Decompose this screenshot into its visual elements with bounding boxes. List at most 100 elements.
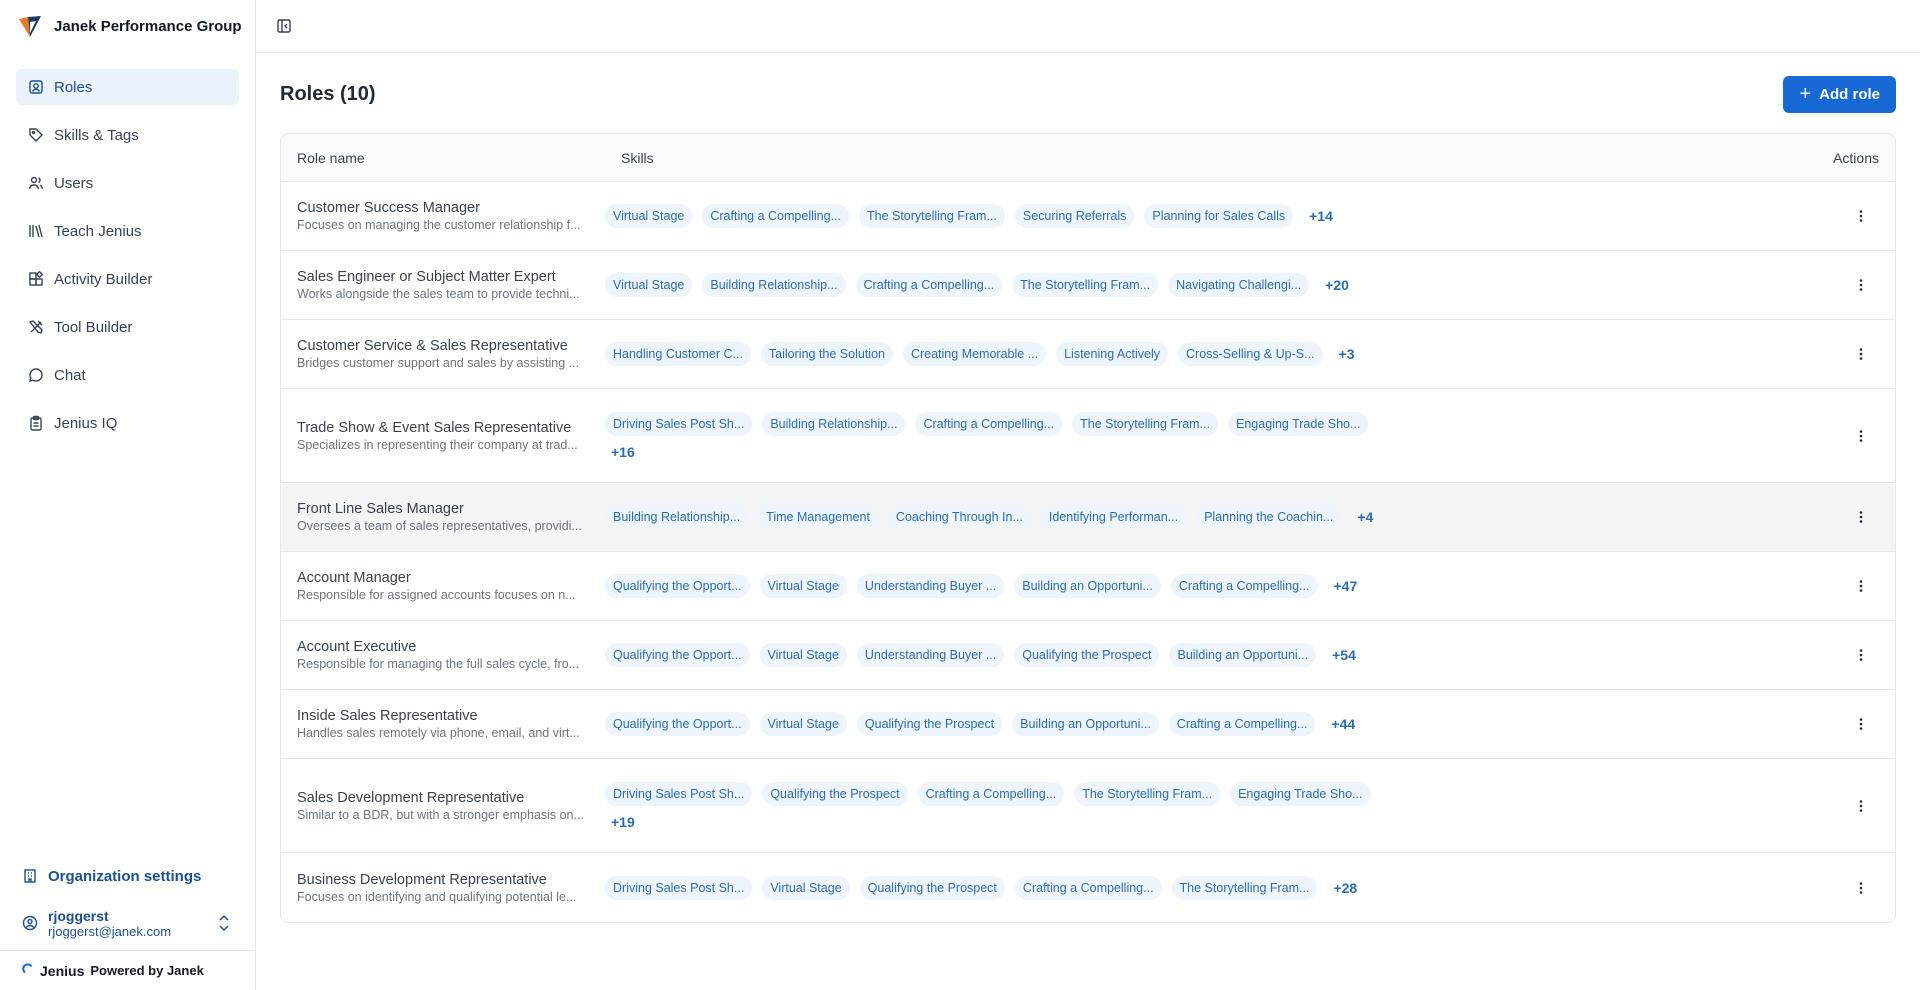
skill-chip[interactable]: Qualifying the Prospect	[762, 781, 908, 806]
sidebar-item-roles[interactable]: Roles	[16, 69, 239, 105]
skill-chip[interactable]: Building Relationship...	[605, 505, 749, 529]
skill-chip[interactable]: Qualifying the Prospect	[856, 712, 1003, 736]
role-name[interactable]: Customer Success Manager	[297, 200, 589, 216]
table-row[interactable]: Account Executive Responsible for managin…	[281, 621, 1895, 690]
skill-chip[interactable]: Understanding Buyer ...	[856, 574, 1005, 598]
skill-chip[interactable]: Listening Actively	[1056, 342, 1168, 366]
more-vertical-icon[interactable]	[1853, 208, 1869, 224]
skill-chip[interactable]: Coaching Through In...	[887, 505, 1031, 529]
skill-chip[interactable]: Engaging Trade Sho...	[1230, 781, 1371, 806]
skill-chip[interactable]: Qualifying the Prospect	[859, 875, 1005, 900]
skill-chip[interactable]: Qualifying the Opport...	[605, 643, 750, 667]
sidebar-item-skills-tags[interactable]: Skills & Tags	[16, 117, 239, 153]
skill-chip[interactable]: Crafting a Compelling...	[1168, 712, 1316, 736]
skill-chip[interactable]: Time Management	[758, 505, 878, 529]
more-skills-count[interactable]: +20	[1319, 277, 1355, 293]
organization-settings-link[interactable]: Organization settings	[0, 858, 255, 894]
sidebar-item-tool-builder[interactable]: Tool Builder	[16, 309, 239, 345]
skill-chip[interactable]: Crafting a Compelling...	[855, 273, 1003, 297]
toggle-sidebar-icon[interactable]	[276, 18, 292, 34]
more-skills-count[interactable]: +3	[1333, 346, 1361, 362]
role-name[interactable]: Trade Show & Event Sales Representative	[297, 420, 589, 436]
skill-chip[interactable]: The Storytelling Fram...	[858, 204, 1005, 228]
role-name[interactable]: Customer Service & Sales Representative	[297, 338, 589, 354]
table-row[interactable]: Front Line Sales Manager Oversees a team …	[281, 483, 1895, 552]
skill-chip[interactable]: Qualifying the Prospect	[1014, 643, 1160, 667]
table-row[interactable]: Inside Sales Representative Handles sales…	[281, 690, 1895, 759]
skill-chip[interactable]: Identifying Performan...	[1040, 505, 1187, 529]
skill-chip[interactable]: Crafting a Compelling...	[1014, 875, 1162, 900]
skill-chip[interactable]: Virtual Stage	[759, 712, 847, 736]
role-name[interactable]: Account Manager	[297, 570, 589, 586]
skill-chip[interactable]: The Storytelling Fram...	[1171, 875, 1318, 900]
more-skills-count[interactable]: +47	[1328, 578, 1364, 594]
chevrons-up-down-icon[interactable]	[217, 914, 231, 932]
role-name[interactable]: Sales Engineer or Subject Matter Expert	[297, 269, 589, 285]
more-vertical-icon[interactable]	[1853, 647, 1869, 663]
skill-chip[interactable]: Driving Sales Post Sh...	[605, 411, 753, 436]
sidebar-item-jenius-iq[interactable]: Jenius IQ	[16, 405, 239, 441]
role-name[interactable]: Inside Sales Representative	[297, 708, 589, 724]
skill-chip[interactable]: Virtual Stage	[759, 643, 847, 667]
more-skills-count[interactable]: +28	[1327, 880, 1363, 896]
skill-chip[interactable]: Building an Opportuni...	[1169, 643, 1317, 667]
skill-chip[interactable]: Understanding Buyer ...	[856, 643, 1005, 667]
brand[interactable]: Janek Performance Group	[0, 0, 255, 53]
skill-chip[interactable]: Driving Sales Post Sh...	[605, 781, 753, 806]
skill-chip[interactable]: The Storytelling Fram...	[1074, 781, 1221, 806]
skill-chip[interactable]: Building Relationship...	[762, 411, 906, 436]
skill-chip[interactable]: Crafting a Compelling...	[915, 411, 1063, 436]
table-row[interactable]: Sales Engineer or Subject Matter Expert W…	[281, 251, 1895, 320]
skill-chip[interactable]: The Storytelling Fram...	[1012, 273, 1159, 297]
add-role-button[interactable]: + Add role	[1783, 75, 1896, 113]
table-row[interactable]: Trade Show & Event Sales Representative S…	[281, 389, 1895, 483]
skill-chip[interactable]: Tailoring the Solution	[760, 342, 893, 366]
more-skills-count[interactable]: +44	[1325, 716, 1361, 732]
skill-chip[interactable]: Virtual Stage	[762, 875, 850, 900]
sidebar-item-teach-jenius[interactable]: Teach Jenius	[16, 213, 239, 249]
more-skills-count[interactable]: +19	[605, 814, 641, 830]
skill-chip[interactable]: Creating Memorable ...	[902, 342, 1047, 366]
skill-chip[interactable]: Handling Customer C...	[605, 342, 751, 366]
skill-chip[interactable]: Crafting a Compelling...	[1170, 574, 1318, 598]
skill-chip[interactable]: Virtual Stage	[759, 574, 847, 598]
skill-chip[interactable]: Engaging Trade Sho...	[1228, 411, 1369, 436]
more-vertical-icon[interactable]	[1853, 798, 1869, 814]
skill-chip[interactable]: Building Relationship...	[702, 273, 846, 297]
table-row[interactable]: Customer Service & Sales Representative B…	[281, 320, 1895, 389]
role-name[interactable]: Sales Development Representative	[297, 790, 589, 806]
more-skills-count[interactable]: +4	[1351, 509, 1379, 525]
more-vertical-icon[interactable]	[1853, 346, 1869, 362]
role-name[interactable]: Business Development Representative	[297, 872, 589, 888]
skill-chip[interactable]: Virtual Stage	[605, 204, 693, 228]
sidebar-item-chat[interactable]: Chat	[16, 357, 239, 393]
skill-chip[interactable]: Crafting a Compelling...	[917, 781, 1065, 806]
user-menu[interactable]: rjoggerst rjoggerst@janek.com	[0, 900, 255, 946]
skill-chip[interactable]: Building an Opportuni...	[1012, 712, 1159, 736]
skill-chip[interactable]: Planning the Coachin...	[1196, 505, 1342, 529]
skill-chip[interactable]: Virtual Stage	[605, 273, 693, 297]
sidebar-item-users[interactable]: Users	[16, 165, 239, 201]
more-skills-count[interactable]: +54	[1326, 647, 1362, 663]
skill-chip[interactable]: Navigating Challengi...	[1168, 273, 1310, 297]
more-vertical-icon[interactable]	[1853, 428, 1869, 444]
role-name[interactable]: Account Executive	[297, 639, 589, 655]
more-vertical-icon[interactable]	[1853, 716, 1869, 732]
skill-chip[interactable]: Crafting a Compelling...	[702, 204, 849, 228]
sidebar-item-activity-builder[interactable]: Activity Builder	[16, 261, 239, 297]
table-row[interactable]: Account Manager Responsible for assigned …	[281, 552, 1895, 621]
skill-chip[interactable]: Securing Referrals	[1014, 204, 1135, 228]
skill-chip[interactable]: Driving Sales Post Sh...	[605, 875, 753, 900]
table-row[interactable]: Customer Success Manager Focuses on manag…	[281, 182, 1895, 251]
more-skills-count[interactable]: +14	[1303, 208, 1339, 224]
skill-chip[interactable]: Qualifying the Opport...	[605, 574, 750, 598]
skill-chip[interactable]: Building an Opportuni...	[1014, 574, 1161, 598]
table-row[interactable]: Sales Development Representative Similar …	[281, 759, 1895, 853]
more-vertical-icon[interactable]	[1853, 277, 1869, 293]
table-row[interactable]: Business Development Representative Focus…	[281, 853, 1895, 922]
skill-chip[interactable]: The Storytelling Fram...	[1072, 411, 1219, 436]
skill-chip[interactable]: Cross-Selling & Up-S...	[1178, 342, 1323, 366]
more-vertical-icon[interactable]	[1853, 578, 1869, 594]
role-name[interactable]: Front Line Sales Manager	[297, 501, 589, 517]
more-skills-count[interactable]: +16	[605, 444, 641, 460]
